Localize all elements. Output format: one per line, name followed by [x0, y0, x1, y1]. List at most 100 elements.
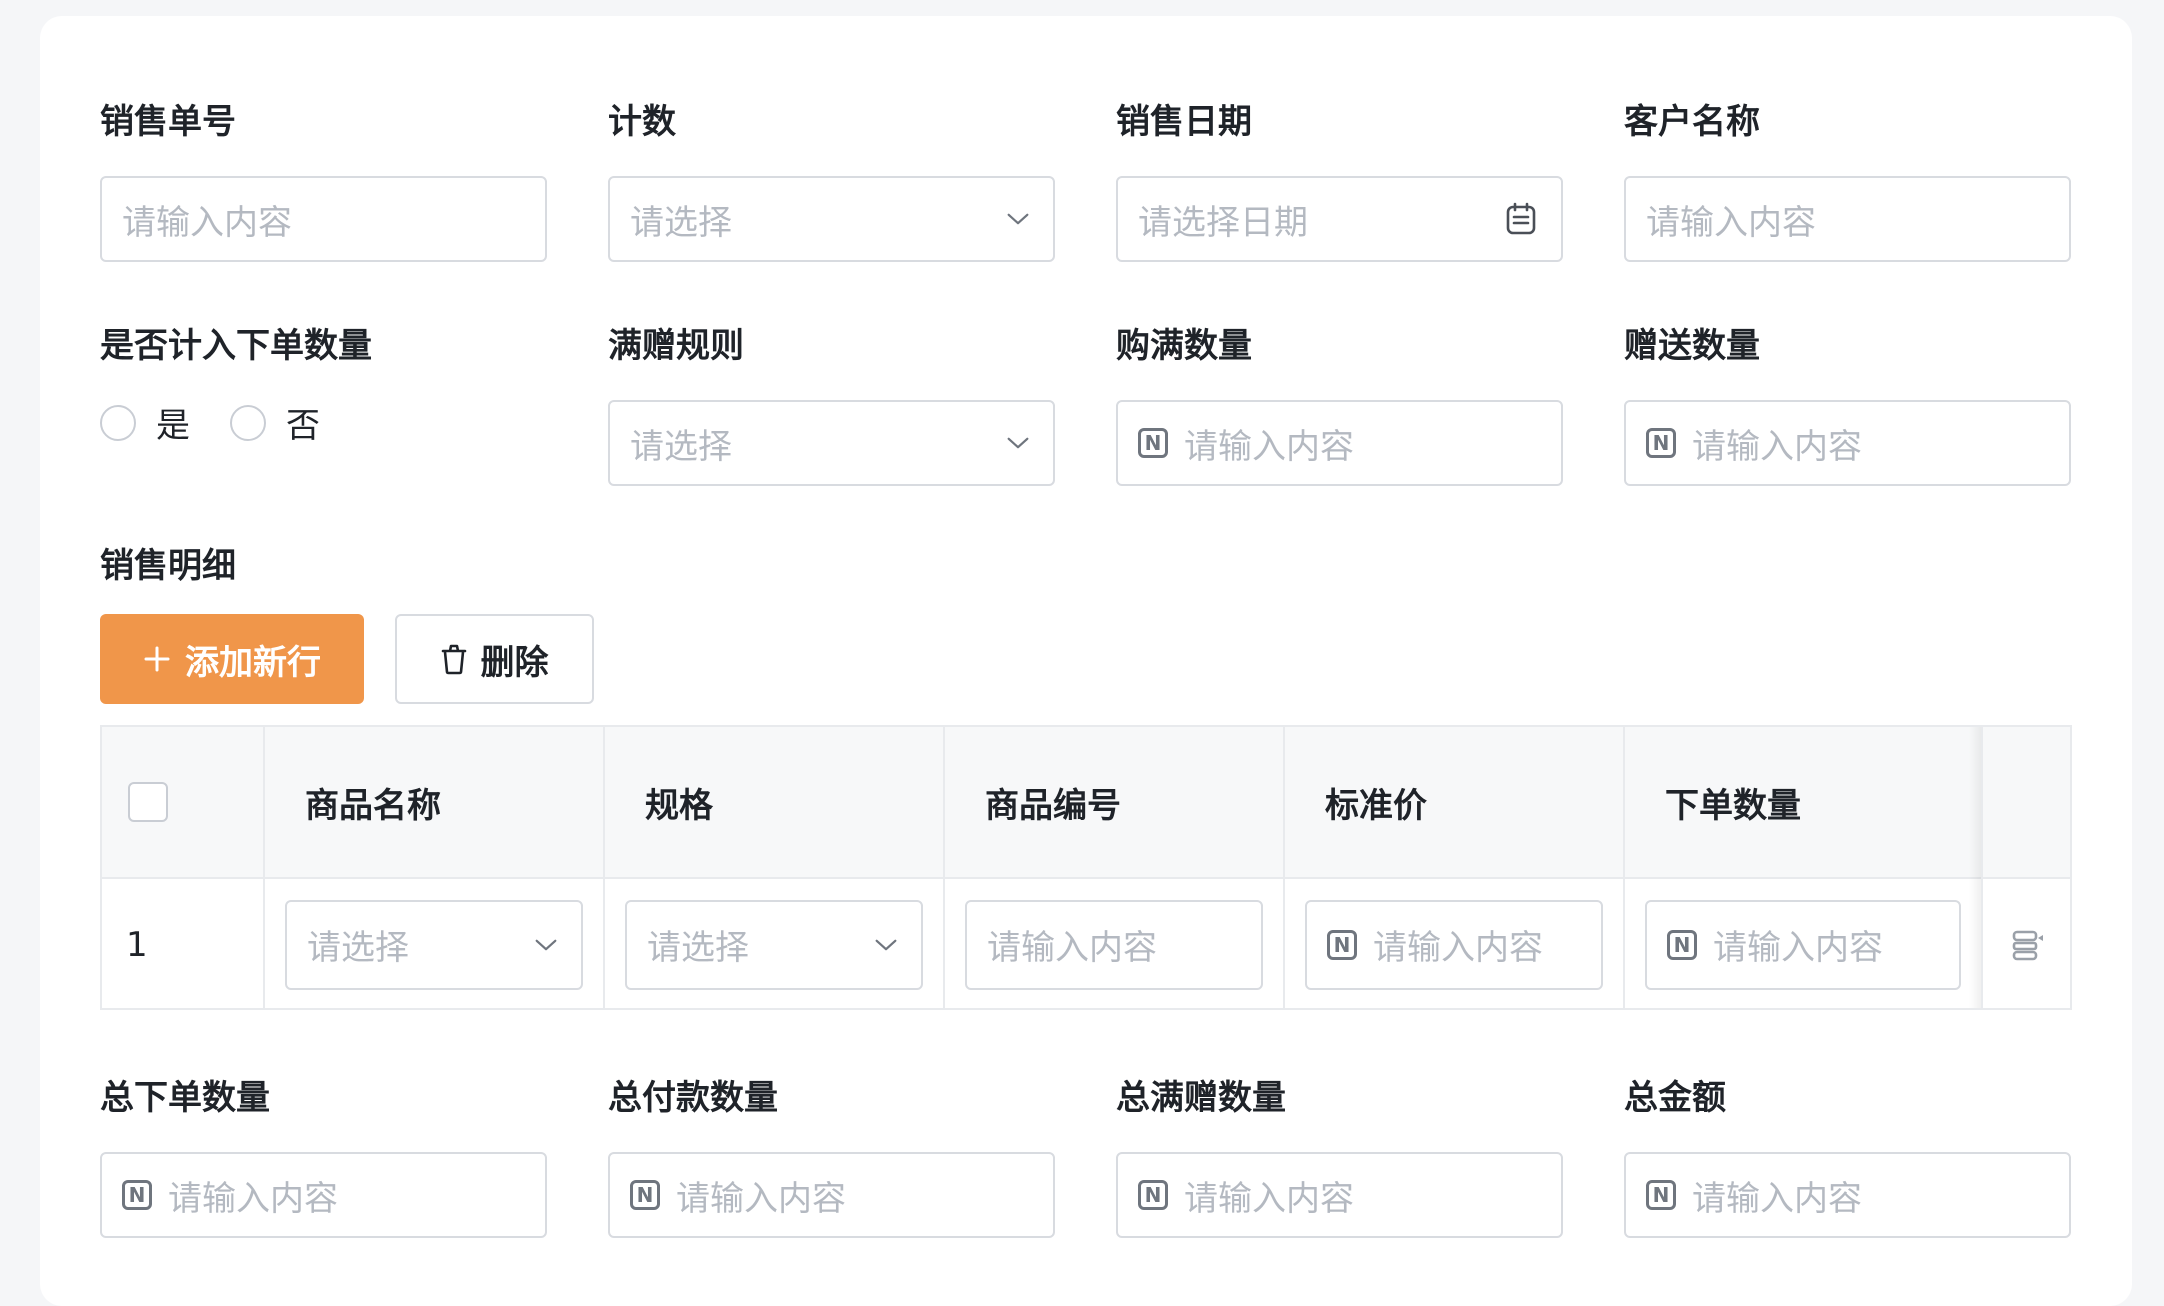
- total-gift-qty-placeholder: 请输入内容: [1184, 1178, 1354, 1219]
- row-action-icon[interactable]: [2010, 928, 2044, 962]
- form-row-2: 是否计入下单数量 是 否 满赠规则 请选择 购满数量 N 请输入内容 赠送数量 …: [100, 326, 2072, 486]
- column-header[interactable]: 商品编号: [945, 727, 1285, 877]
- standard-price-input[interactable]: N 请输入内容: [1305, 899, 1603, 990]
- include-order-qty-label: 是否计入下单数量: [100, 326, 372, 366]
- number-icon: N: [1646, 428, 1676, 458]
- purchase-qty-input[interactable]: N 请输入内容: [1116, 400, 1563, 486]
- include-order-qty-radio-group: 是 否: [100, 398, 547, 447]
- table-cell: 请选择: [265, 879, 605, 1010]
- purchase-qty-placeholder: 请输入内容: [1184, 426, 1354, 467]
- radio-no[interactable]: 否: [230, 398, 320, 447]
- product-name-select[interactable]: 请选择: [285, 899, 583, 990]
- sales-date-field: 销售日期 请选择日期: [1116, 102, 1563, 262]
- detail-toolbar: 添加新行 删除: [100, 614, 594, 704]
- select-all-checkbox[interactable]: [128, 782, 168, 822]
- total-order-qty-label: 总下单数量: [100, 1078, 270, 1118]
- count-field: 计数 请选择: [608, 102, 1055, 262]
- total-gift-qty-field: 总满赠数量 N 请输入内容: [1116, 1078, 1563, 1238]
- number-icon: N: [1646, 1180, 1676, 1210]
- sales-order-no-field: 销售单号 请输入内容: [100, 102, 547, 262]
- radio-yes[interactable]: 是: [100, 398, 190, 447]
- total-gift-qty-input[interactable]: N 请输入内容: [1116, 1152, 1563, 1238]
- total-order-qty-input[interactable]: N 请输入内容: [100, 1152, 547, 1238]
- number-icon: N: [630, 1180, 660, 1210]
- fixed-column-shadow: [1969, 727, 1981, 1008]
- gift-qty-field: 赠送数量 N 请输入内容: [1624, 326, 2071, 486]
- action-column-header: [1981, 727, 2070, 877]
- trash-icon: [441, 643, 467, 675]
- purchase-qty-label: 购满数量: [1116, 326, 1252, 366]
- row-action-cell: [1981, 879, 2070, 1010]
- customer-name-field: 客户名称 请输入内容: [1624, 102, 2071, 262]
- product-code-placeholder: 请输入内容: [987, 928, 1157, 968]
- count-select[interactable]: 请选择: [608, 176, 1055, 262]
- column-header[interactable]: 下单数量: [1625, 727, 1981, 877]
- purchase-qty-field: 购满数量 N 请输入内容: [1116, 326, 1563, 486]
- number-icon: N: [1327, 929, 1357, 960]
- number-icon: N: [1138, 428, 1168, 458]
- form-row-3: 总下单数量 N 请输入内容 总付款数量 N 请输入内容 总满赠数量 N 请输入内…: [100, 1078, 2072, 1238]
- gift-rule-field: 满赠规则 请选择: [608, 326, 1055, 486]
- form-card: 销售单号 请输入内容 计数 请选择 销售日期 请选择日期 客户名称 请输入内容 …: [40, 16, 2132, 1306]
- add-row-label: 添加新行: [185, 642, 321, 683]
- add-row-button[interactable]: 添加新行: [100, 614, 364, 704]
- chevron-down-icon: [1007, 208, 1029, 230]
- number-icon: N: [1138, 1180, 1168, 1210]
- total-paid-qty-input[interactable]: N 请输入内容: [608, 1152, 1055, 1238]
- radio-no-circle[interactable]: [230, 404, 266, 441]
- chevron-down-icon: [875, 934, 897, 956]
- calendar-icon: [1505, 202, 1537, 236]
- total-paid-qty-label: 总付款数量: [608, 1078, 778, 1118]
- plus-icon: [143, 645, 171, 673]
- spec-placeholder: 请选择: [647, 928, 749, 968]
- order-qty-input[interactable]: N 请输入内容: [1645, 899, 1961, 990]
- total-amount-input[interactable]: N 请输入内容: [1624, 1152, 2071, 1238]
- spec-select[interactable]: 请选择: [625, 899, 923, 990]
- form-row-1: 销售单号 请输入内容 计数 请选择 销售日期 请选择日期 客户名称 请输入内容: [100, 102, 2072, 262]
- customer-name-placeholder: 请输入内容: [1646, 202, 1816, 243]
- sales-date-placeholder: 请选择日期: [1138, 202, 1308, 243]
- radio-yes-label: 是: [156, 406, 190, 446]
- product-code-input[interactable]: 请输入内容: [965, 899, 1263, 990]
- sales-order-no-label: 销售单号: [100, 102, 236, 142]
- row-index: 1: [102, 879, 265, 1010]
- gift-qty-placeholder: 请输入内容: [1692, 426, 1862, 467]
- radio-yes-circle[interactable]: [100, 404, 136, 441]
- column-header[interactable]: 商品名称: [265, 727, 605, 877]
- number-icon: N: [122, 1180, 152, 1210]
- customer-name-input[interactable]: 请输入内容: [1624, 176, 2071, 262]
- column-header[interactable]: 标准价: [1285, 727, 1625, 877]
- gift-qty-label: 赠送数量: [1624, 326, 1760, 366]
- total-paid-qty-placeholder: 请输入内容: [676, 1178, 846, 1219]
- delete-button[interactable]: 删除: [395, 614, 594, 704]
- sales-detail-table: 商品名称 规格 商品编号 标准价 下单数量 1 请选择 请选择 请输入内容 N …: [100, 725, 2072, 1010]
- sales-date-picker[interactable]: 请选择日期: [1116, 176, 1563, 262]
- total-order-qty-field: 总下单数量 N 请输入内容: [100, 1078, 547, 1238]
- chevron-down-icon: [1007, 432, 1029, 454]
- table-cell: N 请输入内容: [1625, 879, 1981, 1010]
- number-icon: N: [1667, 929, 1697, 960]
- sales-order-no-input[interactable]: 请输入内容: [100, 176, 547, 262]
- gift-rule-label: 满赠规则: [608, 326, 744, 366]
- sales-order-no-placeholder: 请输入内容: [122, 202, 292, 243]
- include-order-qty-field: 是否计入下单数量 是 否: [100, 326, 547, 486]
- table-cell: 请输入内容: [945, 879, 1285, 1010]
- total-order-qty-placeholder: 请输入内容: [168, 1178, 338, 1219]
- gift-rule-select[interactable]: 请选择: [608, 400, 1055, 486]
- delete-label: 删除: [480, 642, 549, 683]
- select-all-cell: [102, 727, 265, 877]
- table-body: 1 请选择 请选择 请输入内容 N 请输入内容 N 请输入内容: [102, 879, 2070, 1010]
- customer-name-label: 客户名称: [1624, 102, 1760, 142]
- total-amount-label: 总金额: [1624, 1078, 1726, 1118]
- sales-date-label: 销售日期: [1116, 102, 1252, 142]
- order-qty-placeholder: 请输入内容: [1713, 928, 1883, 968]
- total-amount-placeholder: 请输入内容: [1692, 1178, 1862, 1219]
- total-paid-qty-field: 总付款数量 N 请输入内容: [608, 1078, 1055, 1238]
- total-amount-field: 总金额 N 请输入内容: [1624, 1078, 2071, 1238]
- table-cell: 请选择: [605, 879, 945, 1010]
- sales-detail-title: 销售明细: [100, 546, 236, 586]
- gift-qty-input[interactable]: N 请输入内容: [1624, 400, 2071, 486]
- total-gift-qty-label: 总满赠数量: [1116, 1078, 1286, 1118]
- count-label: 计数: [608, 102, 676, 142]
- column-header[interactable]: 规格: [605, 727, 945, 877]
